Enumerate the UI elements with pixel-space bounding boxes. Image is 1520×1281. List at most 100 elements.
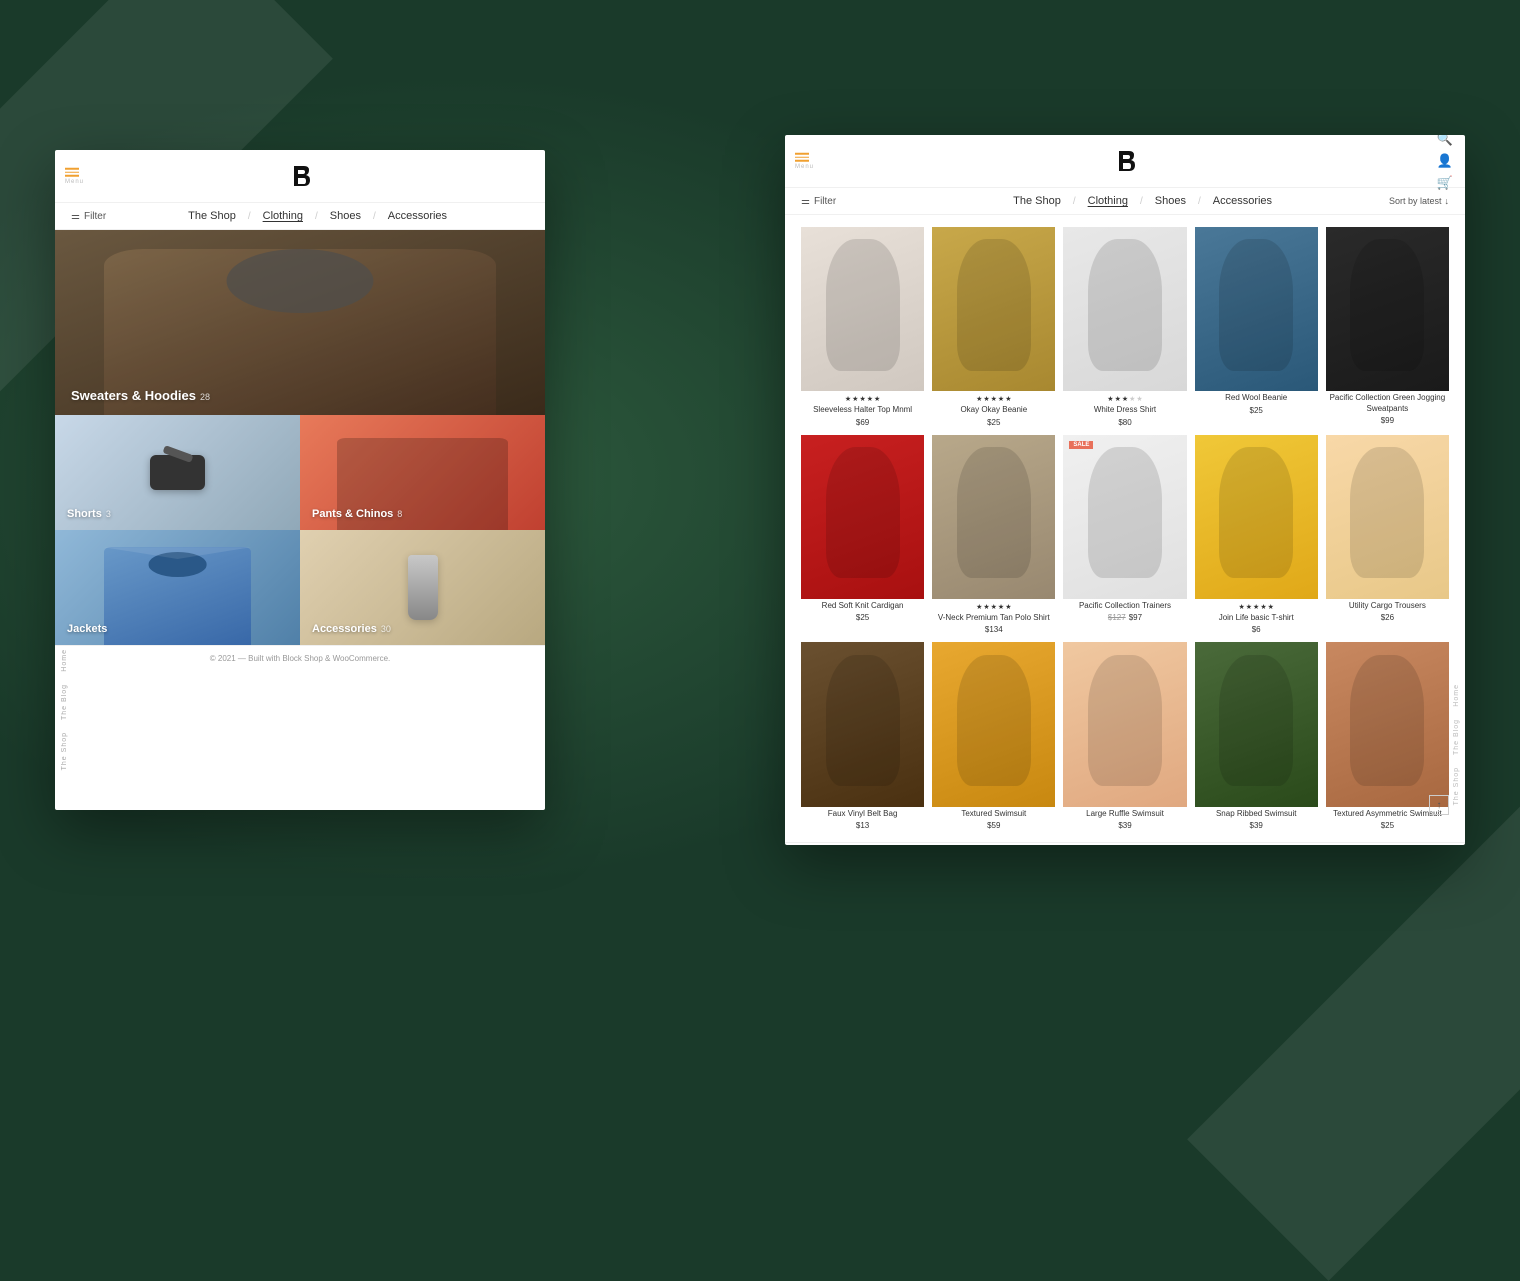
product-price: $25 xyxy=(801,613,924,622)
star-2: ★ xyxy=(1122,395,1128,403)
cat-row-2: Shorts3 Pants & Chinos8 xyxy=(55,415,545,530)
right-ham-2 xyxy=(795,156,809,158)
sort-button[interactable]: Sort by latest ↓ xyxy=(1389,196,1449,206)
sidebar-home: Home xyxy=(61,649,68,672)
right-logo[interactable] xyxy=(1111,147,1139,175)
product-image[interactable] xyxy=(932,227,1055,391)
product-image[interactable] xyxy=(801,642,924,806)
cat-accessories[interactable]: Accessories30 xyxy=(300,530,545,645)
product-card-13[interactable]: Large Ruffle Swimsuit $39 xyxy=(1063,642,1186,830)
nav-link-accessories[interactable]: Accessories xyxy=(388,210,447,222)
product-card-12[interactable]: Textured Swimsuit $59 xyxy=(932,642,1055,830)
cat-pants-label: Pants & Chinos8 xyxy=(312,508,402,520)
product-card-11[interactable]: Faux Vinyl Belt Bag $13 xyxy=(801,642,924,830)
product-card-10[interactable]: Utility Cargo Trousers $26 xyxy=(1326,435,1449,635)
product-image[interactable] xyxy=(1195,227,1318,391)
star-3: ★ xyxy=(1260,603,1266,611)
product-name: Red Wool Beanie xyxy=(1195,393,1318,403)
product-card-7[interactable]: ★★★★★ V-Neck Premium Tan Polo Shirt $134 xyxy=(932,435,1055,635)
product-card-9[interactable]: ★★★★★ Join Life basic T-shirt $6 xyxy=(1195,435,1318,635)
right-nav-accessories[interactable]: Accessories xyxy=(1213,195,1272,207)
product-image[interactable] xyxy=(1326,435,1449,599)
product-card-1[interactable]: ★★★★★ Sleeveless Halter Top Mnml $69 xyxy=(801,227,924,427)
product-price: $80 xyxy=(1063,418,1186,427)
product-name: Utility Cargo Trousers xyxy=(1326,601,1449,611)
product-card-6[interactable]: Red Soft Knit Cardigan $25 xyxy=(801,435,924,635)
right-filter-button[interactable]: ⚌ Filter xyxy=(801,196,836,207)
product-image[interactable] xyxy=(801,435,924,599)
star-0: ★ xyxy=(845,395,851,403)
product-image[interactable] xyxy=(801,227,924,391)
product-card-3[interactable]: ★★★★★ White Dress Shirt $80 xyxy=(1063,227,1186,427)
product-name: Sleeveless Halter Top Mnml xyxy=(801,405,924,415)
product-price: $39 xyxy=(1195,821,1318,830)
star-4: ★ xyxy=(1136,395,1142,403)
star-4: ★ xyxy=(874,395,880,403)
product-image[interactable] xyxy=(1195,435,1318,599)
right-menu-button[interactable]: Menu xyxy=(795,153,814,170)
product-image[interactable] xyxy=(1063,642,1186,806)
right-nav-shop[interactable]: The Shop xyxy=(1013,195,1061,207)
product-price: $13 xyxy=(801,821,924,830)
star-3: ★ xyxy=(998,603,1004,611)
filter-label: Filter xyxy=(84,211,106,222)
left-filter-button[interactable]: ⚌ Filter xyxy=(71,211,106,222)
product-name: Red Soft Knit Cardigan xyxy=(801,601,924,611)
cat-row-3: Jackets Accessories30 xyxy=(55,530,545,645)
product-card-8[interactable]: SALE Pacific Collection Trainers $127$97 xyxy=(1063,435,1186,635)
left-nav-links: The Shop / Clothing / Shoes / Accessorie… xyxy=(106,210,529,222)
product-name: Join Life basic T-shirt xyxy=(1195,613,1318,623)
product-card-5[interactable]: Pacific Collection Green Jogging Sweatpa… xyxy=(1326,227,1449,427)
product-image[interactable] xyxy=(1195,642,1318,806)
product-price: $25 xyxy=(1195,406,1318,415)
nav-link-shop[interactable]: The Shop xyxy=(188,210,236,222)
cat-sweaters-hoodies[interactable]: Sweaters & Hoodies28 xyxy=(55,230,545,415)
product-card-14[interactable]: Snap Ribbed Swimsuit $39 xyxy=(1195,642,1318,830)
right-nav: ⚌ Filter The Shop / Clothing / Shoes / A… xyxy=(785,188,1465,215)
right-nav-clothing[interactable]: Clothing xyxy=(1088,195,1128,207)
star-2: ★ xyxy=(991,395,997,403)
product-price: $39 xyxy=(1063,821,1186,830)
product-image[interactable] xyxy=(932,642,1055,806)
star-1: ★ xyxy=(983,603,989,611)
star-1: ★ xyxy=(983,395,989,403)
product-name: Snap Ribbed Swimsuit xyxy=(1195,809,1318,819)
star-2: ★ xyxy=(991,603,997,611)
right-nav-shoes[interactable]: Shoes xyxy=(1155,195,1186,207)
product-price: $6 xyxy=(1195,625,1318,634)
right-sidebar-blog: The Blog xyxy=(1453,719,1460,755)
star-1: ★ xyxy=(1246,603,1252,611)
cat-jackets[interactable]: Jackets xyxy=(55,530,300,645)
nav-link-shoes[interactable]: Shoes xyxy=(330,210,361,222)
star-4: ★ xyxy=(1005,395,1011,403)
sidebar-blog: The Blog xyxy=(61,684,68,720)
product-image[interactable]: SALE xyxy=(1063,435,1186,599)
scroll-top-button[interactable]: ↑ xyxy=(1429,795,1449,815)
product-image[interactable] xyxy=(932,435,1055,599)
product-stars: ★★★★★ xyxy=(1063,395,1186,403)
product-card-2[interactable]: ★★★★★ Okay Okay Beanie $25 xyxy=(932,227,1055,427)
product-name: Textured Swimsuit xyxy=(932,809,1055,819)
product-price: $25 xyxy=(1326,821,1449,830)
product-name: Faux Vinyl Belt Bag xyxy=(801,809,924,819)
left-sidebar: Home The Blog The Shop xyxy=(55,150,73,810)
star-2: ★ xyxy=(1253,603,1259,611)
left-logo[interactable] xyxy=(286,162,314,190)
star-0: ★ xyxy=(1238,603,1244,611)
sale-badge: SALE xyxy=(1069,441,1093,449)
right-header: Menu 🔍 👤 🛒 xyxy=(785,135,1465,188)
cat-shorts[interactable]: Shorts3 xyxy=(55,415,300,530)
right-footer: © 2021 — Built with Block Shop & WooComm… xyxy=(785,842,1465,845)
cat-accessories-label: Accessories30 xyxy=(312,623,391,635)
product-image[interactable] xyxy=(1326,642,1449,806)
product-price: $134 xyxy=(932,625,1055,634)
product-card-4[interactable]: Red Wool Beanie $25 xyxy=(1195,227,1318,427)
product-image[interactable] xyxy=(1063,227,1186,391)
right-filter-icon: ⚌ xyxy=(801,196,810,207)
cat-pants-chinos[interactable]: Pants & Chinos8 xyxy=(300,415,545,530)
sort-label: Sort by latest xyxy=(1389,196,1442,206)
star-3: ★ xyxy=(998,395,1004,403)
cat-sweaters-label: Sweaters & Hoodies28 xyxy=(71,388,210,403)
nav-link-clothing[interactable]: Clothing xyxy=(263,210,303,222)
product-image[interactable] xyxy=(1326,227,1449,391)
